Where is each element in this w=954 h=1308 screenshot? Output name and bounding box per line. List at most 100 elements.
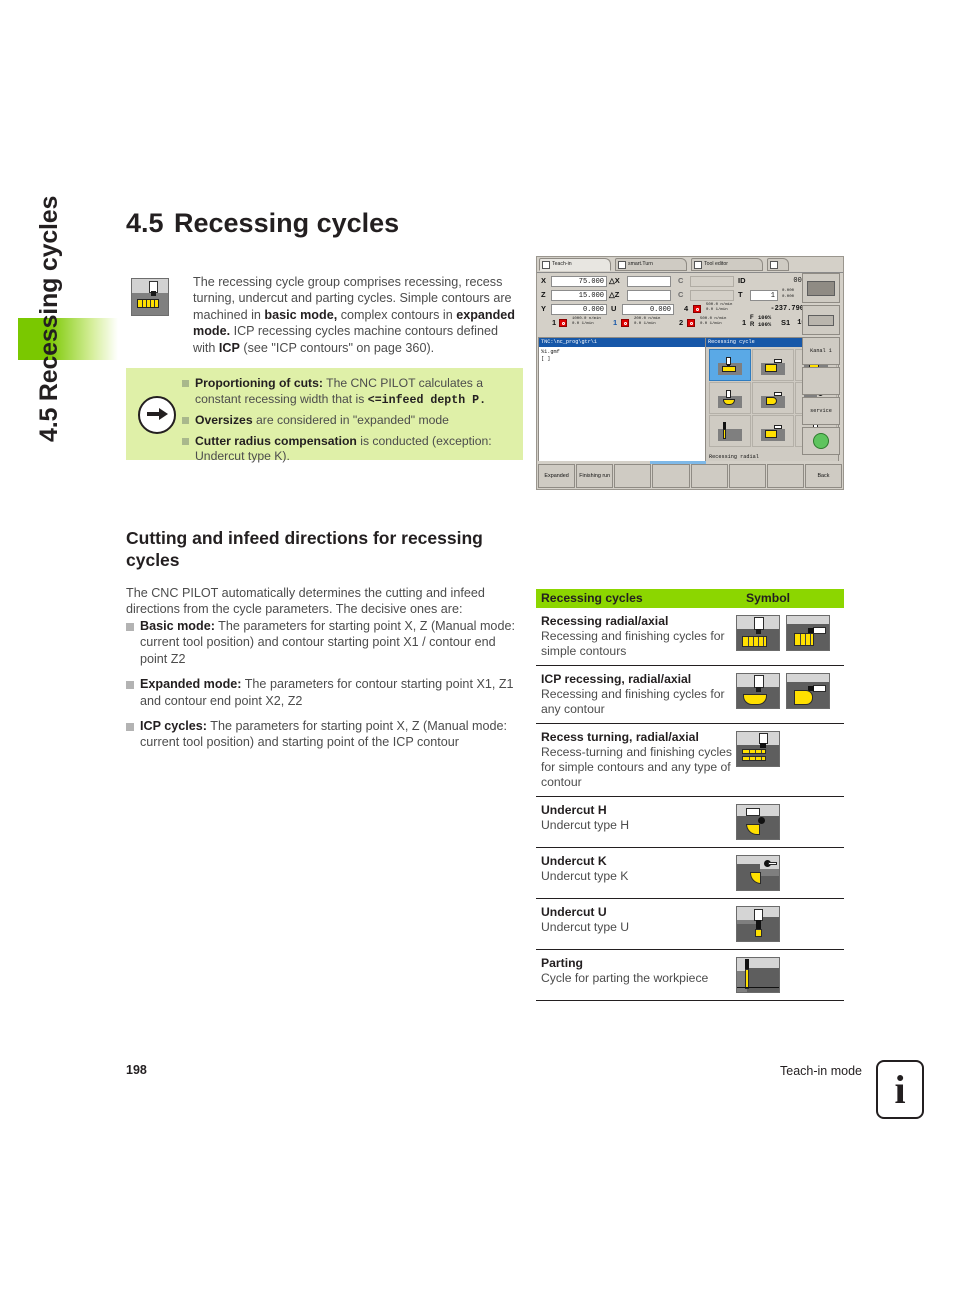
subsection-item: ICP cycles: The parameters for starting …: [126, 718, 524, 751]
row-symbols: [736, 803, 844, 840]
axis-u-value: 0.000: [622, 304, 674, 315]
row-title: Undercut H: [541, 803, 607, 817]
cycle-cell-icp-recessing-radial-icon[interactable]: [709, 382, 751, 414]
tool-offset-x: 0.000: [782, 289, 795, 293]
page-number: 198: [126, 1063, 147, 1077]
subsection-item: Basic mode: The parameters for starting …: [126, 618, 524, 667]
softkey-empty-6[interactable]: [766, 464, 804, 488]
feed-override-value: 100%: [758, 314, 772, 321]
cycle-cell-recessing-axial-icon[interactable]: [752, 349, 794, 381]
spindle-4-status-led: [693, 305, 701, 313]
spindle-2-rpm-actual: 0.0 1/min: [700, 322, 722, 326]
row-symbols: [736, 614, 844, 651]
axis-c1-label: C: [678, 276, 684, 285]
subsection-intro: The CNC PILOT automatically determines t…: [126, 586, 485, 617]
smart-turn-icon: [618, 261, 626, 269]
t-indicator-button[interactable]: [802, 427, 840, 455]
table-row: Parting Cycle for parting the workpiece: [536, 950, 844, 1001]
tab-smart-turn[interactable]: smart.Turn: [615, 258, 687, 271]
cycle-cell-recessing-radial-icon[interactable]: [709, 349, 751, 381]
section-number: 4.5: [126, 208, 164, 238]
row-title: Recess turning, radial/axial: [541, 730, 699, 744]
axis-dz-value: [627, 290, 671, 301]
row-text: Recess turning, radial/axial Recess-turni…: [536, 730, 736, 790]
t-indicator-icon: [813, 433, 829, 449]
axis-z-value: 15.000: [551, 290, 607, 301]
tab-save[interactable]: [767, 258, 789, 271]
table-row: Recessing radial/axial Recessing and fini…: [536, 608, 844, 666]
axis-c1-value: [690, 276, 734, 287]
spindle-1-status-led: [621, 319, 629, 327]
axis-x-value: 75.000: [551, 276, 607, 287]
softkey-back[interactable]: Back: [804, 464, 842, 488]
cycle-cell-recess-turning-axial-icon[interactable]: [752, 415, 794, 447]
axis-x-label: X: [541, 276, 547, 285]
table-body: Recessing radial/axial Recessing and fini…: [536, 608, 844, 1001]
feed-override-label: F: [750, 315, 754, 321]
recessing-axial-symbol: [786, 615, 830, 651]
tab-teach-in[interactable]: Teach-in: [539, 258, 611, 271]
softkey-empty-5[interactable]: [728, 464, 766, 488]
footer-mode-label: Teach-in mode: [780, 1064, 862, 1078]
table-row: Undercut U Undercut type U: [536, 899, 844, 950]
rapid-override-value: 100%: [758, 320, 772, 328]
recessing-radial-symbol: [736, 615, 780, 651]
row-text: Undercut K Undercut type K: [536, 854, 736, 884]
axis-dz-label: △Z: [609, 290, 620, 299]
info-icon: i: [876, 1060, 924, 1119]
table-header-cycles: Recessing cycles: [541, 591, 643, 605]
note-item: Oversizes are considered in "expanded" m…: [182, 413, 512, 429]
tab-tool-editor[interactable]: Tool editor: [691, 258, 763, 271]
row-symbols: [736, 672, 844, 709]
cnc-screenshot: Teach-in smart.Turn Tool editor X 75.000…: [536, 256, 844, 490]
channel-button[interactable]: Kanal 1: [802, 337, 840, 365]
axis-dx-value: [627, 276, 671, 287]
tool-value: 1: [750, 290, 778, 301]
row-description: Cycle for parting the workpiece: [541, 971, 709, 985]
cycle-cell-parting-icon[interactable]: [709, 415, 751, 447]
row-text: Parting Cycle for parting the workpiece: [536, 956, 736, 986]
row-description: Undercut type U: [541, 920, 630, 934]
id-label: ID: [738, 276, 746, 285]
tool-view-button[interactable]: [802, 305, 840, 335]
cnc-softkey-bar: Expanded Finishing run Back: [538, 464, 842, 488]
cycle-cell-icp-recessing-axial-icon[interactable]: [752, 382, 794, 414]
spindle-2-number: 2: [679, 318, 684, 327]
row-title: Recessing radial/axial: [541, 614, 669, 628]
axis-status-led: [559, 319, 567, 327]
table-row: ICP recessing, radial/axial Recessing and…: [536, 666, 844, 724]
row-text: Recessing radial/axial Recessing and fini…: [536, 614, 736, 659]
row-description: Undercut type K: [541, 869, 629, 883]
spindle-1-number: 1: [613, 318, 618, 327]
recessing-cycle-icon: [131, 278, 169, 316]
section-title: Recessing cycles: [174, 208, 400, 238]
row-description: Recessing and finishing cycles for simpl…: [541, 629, 725, 658]
softkey-empty-4[interactable]: [690, 464, 728, 488]
program-line: %1.gmf: [541, 349, 560, 355]
table-header-symbol: Symbol: [746, 591, 791, 605]
icp-recessing-radial-symbol: [736, 673, 780, 709]
recessing-cycles-table: Recessing cycles Symbol Recessing radial…: [536, 589, 844, 1001]
softkey-empty-3[interactable]: [652, 464, 690, 488]
blank-button[interactable]: [802, 367, 840, 395]
arrow-note-icon: [138, 396, 176, 434]
program-line: [ ]: [541, 355, 551, 362]
side-tab-label: 4.5 Recessing cycles: [35, 195, 63, 442]
note-box: Proportioning of cuts: The CNC PILOT cal…: [126, 368, 523, 463]
softkey-finishing-run[interactable]: Finishing run: [576, 464, 614, 488]
spindle-4-rpm-actual: 0.0 1/min: [706, 308, 728, 312]
cnc-side-button-bar: Kanal 1 service: [802, 273, 842, 463]
recess-turning-symbol: [736, 731, 780, 767]
softkey-empty-2[interactable]: [614, 464, 652, 488]
tool-editor-icon: [694, 261, 702, 269]
softkey-expanded[interactable]: Expanded: [538, 464, 576, 488]
axis-dx-label: △X: [609, 276, 620, 285]
service-button[interactable]: service: [802, 397, 840, 425]
note-item: Proportioning of cuts: The CNC PILOT cal…: [182, 376, 512, 408]
machine-view-button[interactable]: [802, 273, 840, 303]
subsection-title: Cutting and infeed directions for recess…: [126, 528, 483, 570]
table-row: Undercut H Undercut type H: [536, 797, 844, 848]
axis-c2-label: C: [678, 290, 684, 299]
spindle-2-rpm: 500.0 n/min: [700, 317, 727, 321]
tool-offset-z: 0.000: [782, 295, 795, 299]
